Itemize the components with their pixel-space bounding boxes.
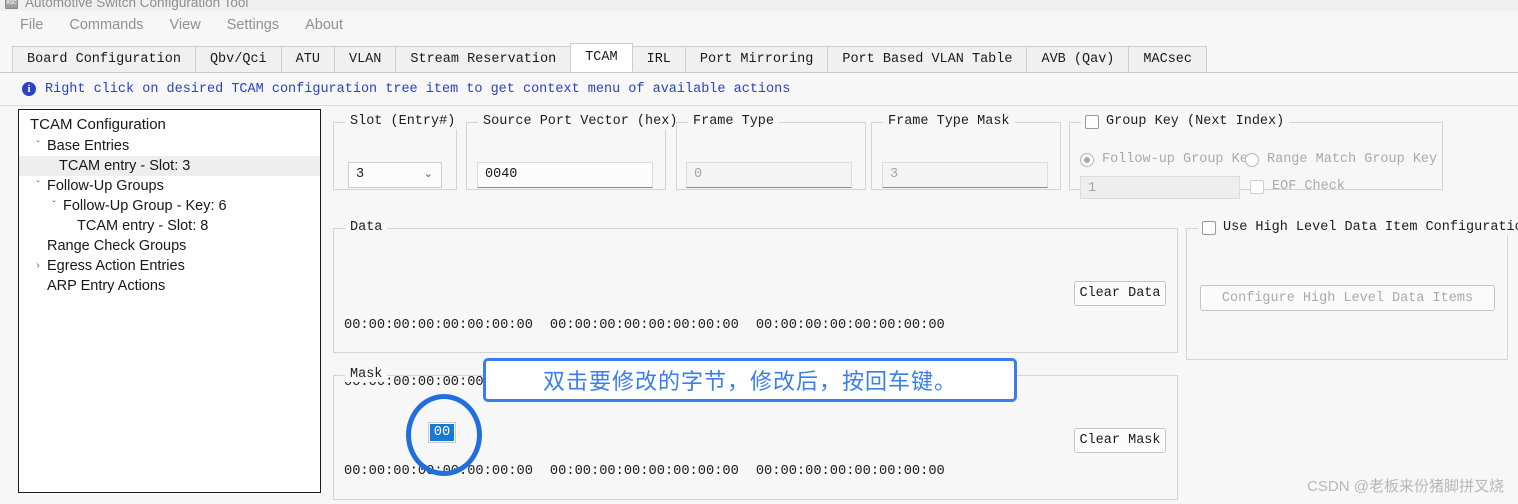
source-port-vector-legend: Source Port Vector (hex) — [478, 114, 683, 129]
tab-port-based-vlan-table[interactable]: Port Based VLAN Table — [827, 46, 1028, 72]
eof-check-label: EOF Check — [1272, 179, 1345, 194]
range-match-group-key-label: Range Match Group Key — [1267, 152, 1438, 167]
window-title: Automotive Switch Configuration Tool — [25, 0, 249, 10]
menu-item-view[interactable]: View — [157, 15, 214, 35]
range-match-group-key-radio[interactable] — [1245, 152, 1259, 167]
tab-atu[interactable]: ATU — [280, 46, 335, 72]
eof-check-checkbox[interactable] — [1250, 179, 1264, 194]
frame-type-legend: Frame Type — [688, 114, 780, 129]
frame-type-mask-legend: Frame Type Mask — [883, 114, 1015, 129]
annotation-ellipse — [406, 394, 482, 476]
tree-item-label: TCAM entry - Slot: 3 — [59, 158, 191, 174]
tree-item-follow-up-group-key-6[interactable]: ˇ Follow-Up Group - Key: 6 — [19, 196, 320, 216]
eof-check-row[interactable]: EOF Check — [1250, 179, 1345, 194]
watermark: CSDN @老板来份猪脚拼叉烧 — [1307, 478, 1504, 495]
high-level-legend: Use High Level Data Item Configuration — [1198, 220, 1518, 235]
tree-item-base-entries[interactable]: ˇ Base Entries — [19, 136, 320, 156]
tree-item-follow-up-groups[interactable]: ˇ Follow-Up Groups — [19, 176, 320, 196]
slot-select[interactable]: 3 ⌄ — [348, 162, 442, 188]
mask-hex-cell[interactable]: 00:00:00:00:00:00:00:00 — [550, 464, 739, 479]
tab-macsec[interactable]: MACsec — [1128, 46, 1208, 72]
menu-bar: File Commands View Settings About — [0, 11, 1518, 39]
data-hex-cell[interactable]: 00:00:00:00:00:00:00:00 — [550, 318, 739, 333]
tree-item-label: Range Check Groups — [47, 238, 187, 254]
title-bar: ASC Automotive Switch Configuration Tool — [0, 0, 1518, 11]
info-message: Right click on desired TCAM configuratio… — [45, 81, 791, 97]
tab-tcam[interactable]: TCAM — [570, 43, 633, 72]
mask-hex-cell[interactable]: 00:00:00:00:00:00:00:00 — [756, 464, 945, 479]
tab-port-mirroring[interactable]: Port Mirroring — [684, 46, 829, 72]
mask-legend: Mask — [345, 367, 388, 382]
info-bar: i Right click on desired TCAM configurat… — [0, 73, 1518, 106]
application-window: ASC Automotive Switch Configuration Tool… — [0, 0, 1518, 504]
tree-item-tcam-entry-slot-3[interactable]: TCAM entry - Slot: 3 — [19, 156, 320, 176]
menu-item-settings[interactable]: Settings — [214, 15, 292, 35]
app-icon: ASC — [5, 0, 18, 9]
follow-up-group-key-radio[interactable] — [1080, 152, 1094, 167]
group-key-index-input[interactable]: 1 — [1080, 176, 1240, 199]
follow-up-group-key-radio-row[interactable]: Follow-up Group Key — [1080, 152, 1256, 167]
data-hex-cell[interactable]: 00:00:00:00:00:00:00:00 — [756, 318, 945, 333]
high-level-legend-label: Use High Level Data Item Configuration — [1223, 220, 1518, 235]
data-hex-cell[interactable]: 00:00:00:00:00:00:00:00 — [344, 318, 533, 333]
tree-item-tcam-entry-slot-8[interactable]: TCAM entry - Slot: 8 — [19, 216, 320, 236]
chevron-down-icon[interactable]: ˇ — [47, 196, 61, 216]
tab-bar: Board Configuration Qbv/Qci ATU VLAN Str… — [0, 43, 1518, 73]
tree-item-egress-action-entries[interactable]: › Egress Action Entries — [19, 256, 320, 276]
frame-type-input[interactable]: 0 — [686, 162, 852, 188]
data-hex-row[interactable]: 00:00:00:00:00:00:00:00 00:00:00:00:00:00… — [344, 316, 1004, 335]
frame-type-mask-input[interactable]: 3 — [882, 162, 1048, 188]
range-match-group-key-radio-row[interactable]: Range Match Group Key — [1245, 152, 1437, 167]
info-icon: i — [22, 82, 36, 96]
tab-avb-qav[interactable]: AVB (Qav) — [1026, 46, 1130, 72]
chevron-down-icon[interactable]: ˇ — [31, 136, 45, 156]
tree-item-label: Base Entries — [47, 138, 130, 154]
clear-data-button[interactable]: Clear Data — [1074, 281, 1166, 306]
tab-irl[interactable]: IRL — [631, 46, 686, 72]
slot-entry-legend: Slot (Entry#) — [345, 114, 461, 129]
slot-select-value: 3 — [356, 167, 365, 182]
group-key-legend-label: Group Key (Next Index) — [1106, 114, 1285, 129]
tree-item-range-check-groups[interactable]: Range Check Groups — [19, 236, 320, 256]
group-key-legend: Group Key (Next Index) — [1081, 114, 1290, 129]
tab-board-configuration[interactable]: Board Configuration — [12, 46, 196, 72]
clear-mask-button[interactable]: Clear Mask — [1074, 428, 1166, 453]
chevron-down-icon[interactable]: ˇ — [31, 176, 45, 196]
chevron-down-icon: ⌄ — [423, 169, 433, 181]
follow-up-group-key-label: Follow-up Group Key — [1102, 152, 1256, 167]
tab-qbv-qci[interactable]: Qbv/Qci — [194, 46, 282, 72]
tab-stream-reservation[interactable]: Stream Reservation — [395, 46, 572, 72]
configure-high-level-data-items-button[interactable]: Configure High Level Data Items — [1200, 285, 1495, 311]
tree-root-label: TCAM Configuration — [30, 116, 166, 133]
tree-item-label: Follow-Up Group - Key: 6 — [63, 198, 227, 214]
use-high-level-data-checkbox[interactable] — [1202, 220, 1216, 235]
data-legend: Data — [345, 220, 388, 235]
menu-item-about[interactable]: About — [292, 15, 356, 35]
tab-vlan[interactable]: VLAN — [333, 46, 397, 72]
menu-item-commands[interactable]: Commands — [56, 15, 156, 35]
tree-item-label: ARP Entry Actions — [47, 278, 166, 294]
tree-item-label: TCAM entry - Slot: 8 — [77, 218, 209, 234]
group-key-checkbox[interactable] — [1085, 114, 1099, 129]
tree-item-arp-entry-actions[interactable]: ARP Entry Actions — [19, 276, 320, 296]
annotation-callout: 双击要修改的字节，修改后，按回车键。 — [483, 358, 1017, 402]
source-port-vector-input[interactable]: 0040 — [477, 162, 653, 188]
menu-item-file[interactable]: File — [7, 15, 56, 35]
chevron-right-icon[interactable]: › — [31, 256, 45, 276]
tree-item-label: Egress Action Entries — [47, 258, 185, 274]
tcam-configuration-tree[interactable]: TCAM Configuration ˇ Base Entries TCAM e… — [18, 109, 321, 493]
tree-item-label: Follow-Up Groups — [47, 178, 164, 194]
